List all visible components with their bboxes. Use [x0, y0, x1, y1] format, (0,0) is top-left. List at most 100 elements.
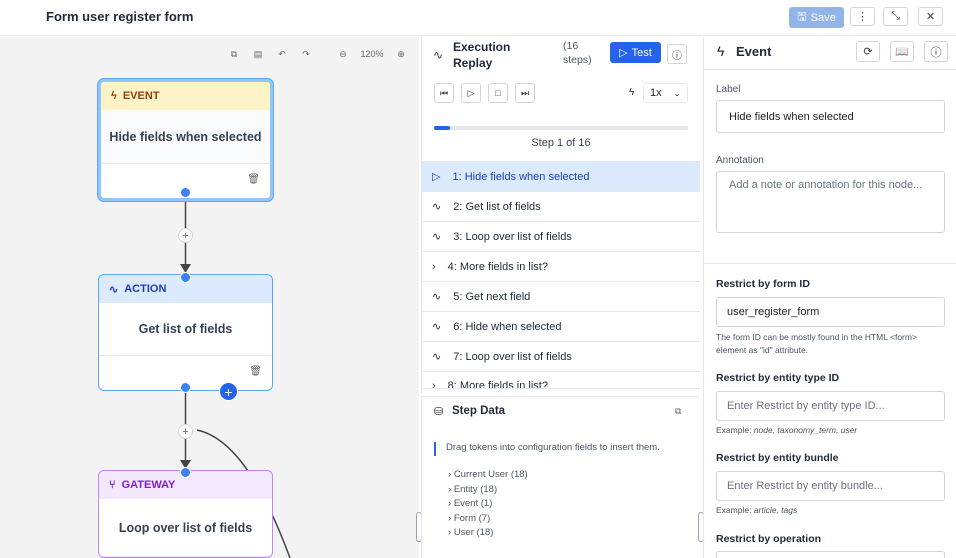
token-item[interactable]: › Form (7) [422, 513, 528, 528]
close-icon: ✕ [925, 11, 936, 23]
save-icon: 🖫 [797, 11, 807, 23]
branch-icon: ⑂ [109, 479, 116, 491]
activity-icon: ∿ [433, 48, 444, 62]
play-icon: ▷ [467, 87, 475, 98]
add-step-icon[interactable]: + [178, 424, 193, 439]
workflow-canvas[interactable]: ⧉ ▤ ↶ ↷ ⊖ 120% ⊕ ϟ EVENT Hide fields whe… [0, 37, 419, 558]
bundle-input[interactable]: Enter Restrict by entity bundle... [716, 471, 945, 501]
token-tree: › Current User (18) › Entity (18) › Even… [422, 469, 528, 542]
config-panel: ϟ Event ⟳ 📖 ⓘ Label Hide fields when sel… [703, 37, 956, 558]
bolt-icon: ϟ [111, 90, 117, 102]
skip-forward-button[interactable]: ⏭ [515, 83, 535, 103]
annotation-caption: Annotation [716, 155, 764, 166]
node-label: Loop over list of fields [99, 499, 272, 557]
activity-icon: ∿ [432, 351, 442, 363]
step-data-panel: ⛁ Step Data ⧉ Drag tokens into configura… [421, 396, 699, 558]
execution-replay-panel: ∿ Execution Replay (16 steps) ▷ Test ⓘ ⏮ ▷… [421, 37, 700, 394]
form-id-input[interactable]: user_register_form [716, 297, 945, 327]
stop-icon: □ [495, 88, 501, 98]
trash-icon[interactable]: 🗑 [249, 366, 262, 377]
copy-icon[interactable]: ⧉ [675, 406, 681, 417]
stop-button[interactable]: □ [488, 83, 508, 103]
steps-count: (16 steps) [563, 40, 592, 66]
close-button[interactable]: ✕ [918, 7, 943, 26]
test-button[interactable]: ▷ Test [610, 42, 661, 63]
form-id-caption: Restrict by form ID [716, 278, 810, 290]
info-button[interactable]: ⓘ [924, 41, 948, 62]
refresh-button[interactable]: ⟳ [856, 41, 880, 62]
step-item[interactable]: ∿ 6: Hide when selected [422, 312, 700, 342]
info-icon: ⓘ [672, 50, 682, 62]
input-port[interactable] [180, 272, 191, 283]
activity-icon: ∿ [432, 231, 442, 243]
form-id-help: The form ID can be mostly found in the H… [716, 332, 917, 355]
skip-back-icon: ⏮ [439, 87, 449, 98]
add-step-icon[interactable]: + [178, 228, 193, 243]
node-action[interactable]: ∿ ACTION Get list of fields 🗑 [98, 274, 273, 391]
replay-title: Execution Replay [453, 40, 511, 70]
activity-icon: ∿ [432, 291, 442, 303]
operation-caption: Restrict by operation [716, 533, 822, 545]
operation-select[interactable] [716, 551, 945, 558]
step-item[interactable]: › 4: More fields in list? [422, 252, 700, 282]
step-item[interactable]: ∿ 3: Loop over list of fields [422, 222, 700, 252]
node-label: Get list of fields [99, 303, 272, 356]
docs-button[interactable]: 📖 [890, 41, 914, 62]
play-icon: ▷ [432, 171, 441, 183]
step-item[interactable]: ▷ 1: Hide fields when selected [422, 162, 700, 192]
token-item[interactable]: › Entity (18) [422, 484, 528, 499]
speed-icon: ϟ [629, 87, 635, 98]
book-icon: 📖 [895, 46, 909, 58]
add-branch-button[interactable]: + [219, 382, 238, 401]
label-caption: Label [716, 84, 741, 95]
trash-icon[interactable]: 🗑 [247, 174, 260, 185]
token-item[interactable]: › Event (1) [422, 498, 528, 513]
more-icon: ⋮ [857, 11, 868, 23]
node-gateway[interactable]: ⑂ GATEWAY Loop over list of fields [98, 470, 273, 558]
step-item[interactable]: ∿ 5: Get next field [422, 282, 700, 312]
output-port[interactable] [180, 187, 191, 198]
node-event-header: ϟ EVENT [101, 82, 270, 110]
step-item[interactable]: ∿ 2: Get list of fields [422, 192, 700, 222]
node-label: Hide fields when selected [101, 110, 270, 164]
activity-icon: ∿ [432, 321, 442, 333]
output-port[interactable] [180, 382, 191, 393]
top-bar: Form user register form 🖫 Save ⋮ ⤡ ✕ [0, 0, 956, 36]
step-item[interactable]: ∿ 7: Loop over list of fields [422, 342, 700, 372]
step-data-hint: Drag tokens into configuration fields to… [434, 442, 660, 456]
token-item[interactable]: › Current User (18) [422, 469, 528, 484]
bundle-example: Example: article, tags [716, 505, 798, 515]
steps-list: ▷ 1: Hide fields when selected ∿ 2: Get li… [422, 161, 700, 389]
speed-select[interactable]: 1x ⌄ [643, 83, 688, 103]
token-item[interactable]: › User (18) [422, 527, 528, 542]
chevron-down-icon: ⌄ [673, 88, 681, 98]
progress-bar [434, 126, 688, 130]
step-item[interactable]: › 8: More fields in list? [422, 372, 700, 389]
step-indicator: Step 1 of 16 [531, 137, 591, 149]
play-button[interactable]: ▷ [461, 83, 481, 103]
play-icon: ▷ [619, 47, 628, 59]
node-type: GATEWAY [121, 479, 176, 491]
input-port[interactable] [180, 467, 191, 478]
info-button[interactable]: ⓘ [667, 44, 687, 64]
step-data-title: Step Data [452, 405, 506, 417]
bolt-icon: ϟ [717, 43, 725, 59]
skip-back-button[interactable]: ⏮ [434, 83, 454, 103]
collapse-icon: ⤡ [891, 10, 900, 22]
node-type: ACTION [124, 283, 167, 295]
node-event[interactable]: ϟ EVENT Hide fields when selected 🗑 [98, 79, 273, 201]
entity-type-example: Example: node, taxonomy_term, user [716, 425, 858, 435]
entity-type-input[interactable]: Enter Restrict by entity type ID... [716, 391, 945, 421]
skip-forward-icon: ⏭ [520, 87, 530, 98]
save-label: Save [810, 11, 836, 24]
database-icon: ⛁ [434, 406, 444, 418]
save-button[interactable]: 🖫 Save [789, 7, 844, 28]
panel-title: Event [736, 44, 772, 59]
label-input[interactable]: Hide fields when selected [716, 100, 945, 133]
progress-fill [434, 126, 450, 130]
annotation-textarea[interactable]: Add a note or annotation for this node..… [716, 171, 945, 233]
chevron-right-icon: › [432, 260, 436, 273]
collapse-button[interactable]: ⤡ [883, 7, 908, 26]
refresh-icon: ⟳ [863, 46, 873, 58]
more-menu-button[interactable]: ⋮ [850, 7, 875, 26]
